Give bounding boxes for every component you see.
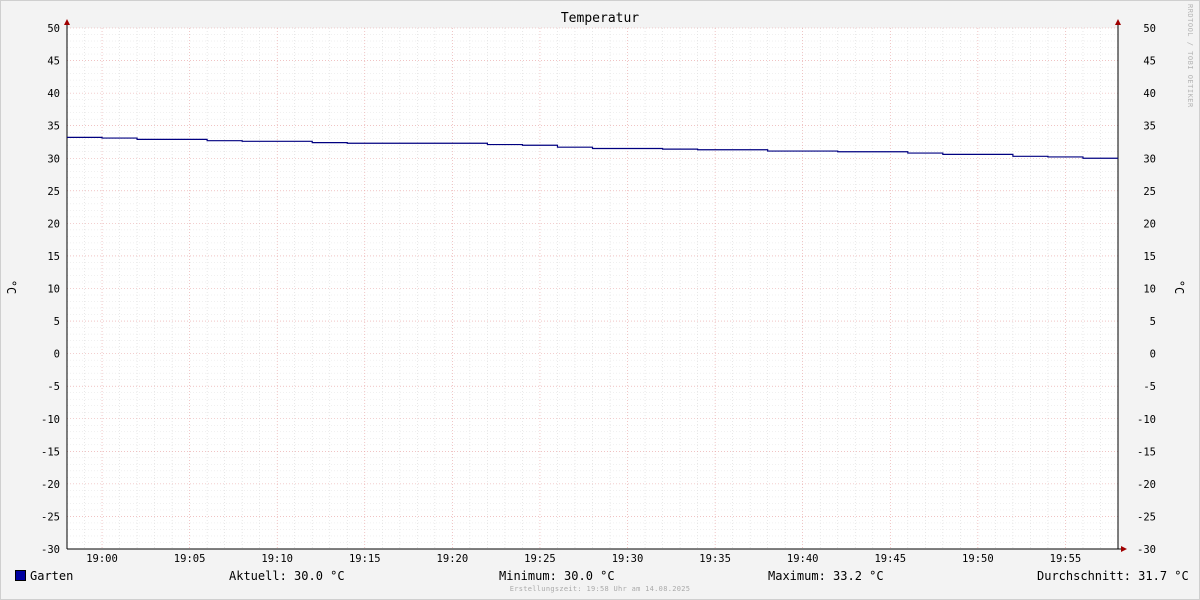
x-tick-label: 19:15 <box>349 553 381 565</box>
y-tick-label-right: 10 <box>1143 284 1156 296</box>
x-tick-label: 19:05 <box>174 553 206 565</box>
x-tick-label: 19:55 <box>1050 553 1082 565</box>
stat-minimum: Minimum: 30.0 °C <box>499 569 615 583</box>
y-axis-label-left: °C <box>4 279 18 295</box>
legend-color-swatch <box>15 570 26 581</box>
y-tick-label-right: 15 <box>1143 251 1156 263</box>
y-tick-label-right: -30 <box>1137 544 1156 556</box>
y-tick-label-left: -20 <box>41 479 60 491</box>
stat-maximum: Maximum: 33.2 °C <box>768 569 884 583</box>
y-tick-label-left: -10 <box>41 414 60 426</box>
legend: Garten Aktuell: 30.0 °C Minimum: 30.0 °C… <box>0 569 1200 585</box>
y-tick-label-right: 40 <box>1143 88 1156 100</box>
y-tick-label-left: 15 <box>47 251 60 263</box>
y-tick-label-right: 5 <box>1150 316 1156 328</box>
y-tick-label-left: 30 <box>47 153 60 165</box>
x-tick-label: 19:10 <box>261 553 293 565</box>
y-axis-label-right: °C <box>1172 279 1186 295</box>
y-tick-label-left: 25 <box>47 186 60 198</box>
x-tick-label: 19:25 <box>524 553 556 565</box>
x-tick-label: 19:20 <box>437 553 469 565</box>
y-tick-label-left: 35 <box>47 121 60 133</box>
x-axis-arrow <box>1121 546 1127 552</box>
y-tick-label-right: 35 <box>1143 121 1156 133</box>
y-tick-label-left: -5 <box>47 381 60 393</box>
y-tick-label-right: 25 <box>1143 186 1156 198</box>
y-tick-label-left: -25 <box>41 511 60 523</box>
y-tick-label-right: -5 <box>1143 381 1156 393</box>
x-tick-label: 19:40 <box>787 553 819 565</box>
x-tick-label: 19:50 <box>962 553 994 565</box>
footer-timestamp: Erstellungszeit: 19:58 Uhr am 14.08.2025 <box>509 585 691 593</box>
chart-title: Temperatur <box>560 11 640 26</box>
y-tick-label-right: 0 <box>1150 349 1156 361</box>
y-tick-label-left: 0 <box>54 349 60 361</box>
y-tick-label-left: 20 <box>47 218 60 230</box>
y-tick-label-right: -25 <box>1137 511 1156 523</box>
x-tick-label: 19:35 <box>699 553 731 565</box>
y-tick-label-left: 10 <box>47 284 60 296</box>
y-tick-label-left: 5 <box>54 316 60 328</box>
x-tick-label: 19:45 <box>874 553 906 565</box>
x-tick-label: 19:00 <box>86 553 118 565</box>
y-tick-label-left: 45 <box>47 56 60 68</box>
y-tick-label-right: 45 <box>1143 56 1156 68</box>
stat-average: Durchschnitt: 31.7 °C <box>1037 569 1189 583</box>
y-tick-label-left: -15 <box>41 446 60 458</box>
y-tick-label-left: 40 <box>47 88 60 100</box>
y-tick-label-left: -30 <box>41 544 60 556</box>
y-tick-label-right: 20 <box>1143 218 1156 230</box>
watermark: RRDTOOL / TOBI OETIKER <box>1186 4 1194 108</box>
y-tick-label-right: -20 <box>1137 479 1156 491</box>
y-tick-label-right: 30 <box>1143 153 1156 165</box>
y-tick-label-right: -10 <box>1137 414 1156 426</box>
chart-plot: -30 -30 -25 -25 -20 -20 -15 -15 -10 -10 -5 -5 0 0 5 5 10… <box>41 19 1156 565</box>
x-tick-label: 19:30 <box>612 553 644 565</box>
stat-current: Aktuell: 30.0 °C <box>229 569 345 583</box>
legend-series-name: Garten <box>30 569 74 583</box>
y-tick-label-right: -15 <box>1137 446 1156 458</box>
